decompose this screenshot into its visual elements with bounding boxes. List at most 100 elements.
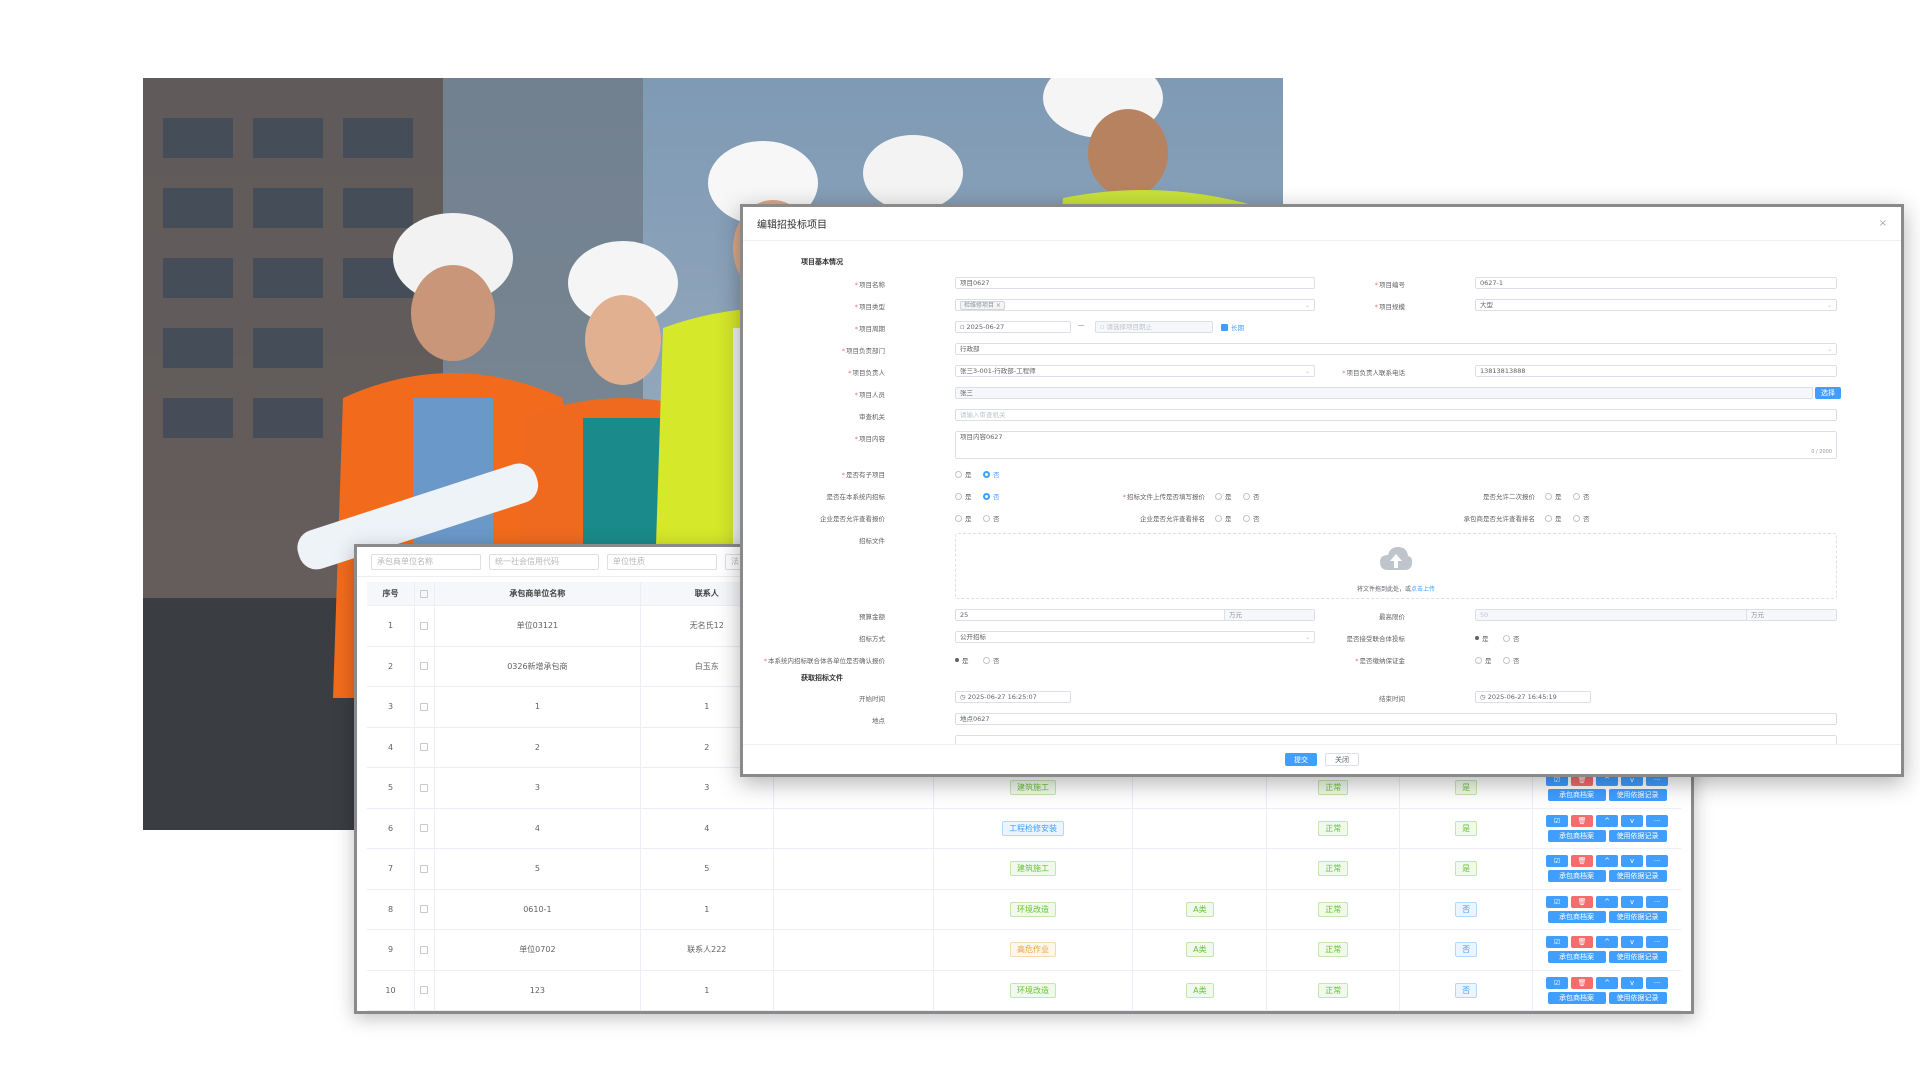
view-rank-yes-radio[interactable]: 是 [1215,513,1232,523]
filter-credit-code[interactable]: 统一社会信用代码 [489,553,599,570]
click-upload-link[interactable]: 点击上传 [1411,586,1435,593]
long-term-checkbox[interactable]: 长期 [1221,322,1244,332]
security-no-radio[interactable]: 否 [1503,655,1520,665]
start-time-input[interactable]: ◷ 2025-06-27 16:25:07 [955,691,1071,703]
upload-quote-no-radio[interactable]: 否 [1243,491,1260,501]
delete-icon[interactable]: 🗑 [1571,895,1594,908]
more-icon[interactable]: ··· [1646,976,1669,989]
usage-record-button[interactable]: 使用依据记录 [1608,951,1667,964]
max-price-input[interactable]: 50 万元 [1475,609,1837,621]
dept-select[interactable]: 行政部 ⌄ [955,343,1837,355]
second-quote-no-radio[interactable]: 否 [1573,491,1590,501]
filter-unit-nature[interactable]: 单位性质 [607,553,717,570]
row-checkbox[interactable] [420,662,429,671]
submit-button[interactable]: 提交 [1285,753,1317,766]
is-sub-yes-radio[interactable]: 是 [955,469,972,479]
project-no-input[interactable]: 0627-1 [1475,277,1837,289]
project-name-input[interactable]: 项目0627 [955,277,1315,289]
arrow-up-icon[interactable]: ^ [1596,855,1619,868]
delete-icon[interactable]: 🗑 [1571,855,1594,868]
usage-record-button[interactable]: 使用依据记录 [1608,789,1667,802]
usage-record-button[interactable]: 使用依据记录 [1608,910,1667,923]
upload-hint: 将文件拖到此处，或点击上传 [1356,586,1436,593]
usage-record-button[interactable]: 使用依据记录 [1608,870,1667,883]
delete-icon[interactable]: 🗑 [1571,976,1594,989]
end-time-input[interactable]: ◷ 2025-06-27 16:45:19 [1475,691,1591,703]
row-checkbox[interactable] [420,743,429,752]
row-checkbox[interactable] [420,864,429,873]
arrow-up-icon[interactable]: ^ [1596,895,1619,908]
usage-record-button[interactable]: 使用依据记录 [1608,991,1667,1004]
contractor-view-no-radio[interactable]: 否 [1573,513,1590,523]
supervisor-input[interactable]: 请输入审查机关 [955,409,1837,421]
contractor-archive-button[interactable]: 承包商档案 [1547,829,1606,842]
view-quote-yes-radio[interactable]: 是 [955,513,972,523]
period-start-input[interactable]: ▫ 2025-06-27 [955,321,1071,333]
status-tag: 正常 [1318,982,1349,998]
project-type-tag[interactable]: 检维修项目 × [960,301,1005,310]
project-scale-select[interactable]: 大型 ⌄ [1475,299,1837,311]
arrow-down-icon[interactable]: v [1621,814,1644,827]
row-checkbox[interactable] [420,945,429,954]
bid-file-upload[interactable]: 将文件拖到此处，或点击上传 [955,533,1837,599]
more-icon[interactable]: ··· [1646,895,1669,908]
second-quote-yes-radio[interactable]: 是 [1545,491,1562,501]
in-system-no-radio[interactable]: 否 [983,491,1000,501]
row-checkbox[interactable] [420,824,429,833]
view-rank-no-radio[interactable]: 否 [1243,513,1260,523]
leader-select[interactable]: 张三3-001-行政部-工程师 ⌄ [955,365,1315,377]
more-icon[interactable]: ··· [1646,855,1669,868]
delete-icon[interactable]: 🗑 [1571,936,1594,949]
in-system-yes-radio[interactable]: 是 [955,491,972,501]
contractor-view-yes-radio[interactable]: 是 [1545,513,1562,523]
view-quote-no-radio[interactable]: 否 [983,513,1000,523]
arrow-down-icon[interactable]: v [1621,895,1644,908]
edit-icon[interactable]: ☑ [1546,855,1569,868]
edit-icon[interactable]: ☑ [1546,976,1569,989]
place-input[interactable]: 地点0627 [955,713,1837,725]
row-checkbox[interactable] [420,702,429,711]
arrow-up-icon[interactable]: ^ [1596,976,1619,989]
edit-icon[interactable]: ☑ [1546,814,1569,827]
project-type-select[interactable]: 检维修项目 × ⌄ [955,299,1315,311]
row-checkbox[interactable] [420,783,429,792]
filter-contractor-name[interactable]: 承包商单位名称 [371,553,481,570]
select-members-button[interactable]: 选择 [1815,387,1841,399]
select-all-checkbox[interactable] [420,589,429,598]
row-checkbox[interactable] [420,621,429,630]
arrow-down-icon[interactable]: v [1621,855,1644,868]
contractor-archive-button[interactable]: 承包商档案 [1547,789,1606,802]
arrow-down-icon[interactable]: v [1621,936,1644,949]
delete-icon[interactable]: 🗑 [1571,814,1594,827]
contractor-archive-button[interactable]: 承包商档案 [1547,991,1606,1004]
more-icon[interactable]: ··· [1646,814,1669,827]
row-checkbox[interactable] [420,905,429,914]
usage-record-button[interactable]: 使用依据记录 [1608,829,1667,842]
confirm-price-no-radio[interactable]: 否 [983,655,1000,665]
close-button[interactable]: 关闭 [1325,753,1359,766]
row-checkbox[interactable] [420,986,429,995]
leader-phone-input[interactable]: 13813813888 [1475,365,1837,377]
more-icon[interactable]: ··· [1646,936,1669,949]
members-input[interactable]: 张三 [955,387,1813,399]
edit-icon[interactable]: ☑ [1546,936,1569,949]
content-textarea[interactable]: 项目内容0627 0 / 2000 [955,431,1837,459]
bid-method-select[interactable]: 公开招标 ⌄ [955,631,1315,643]
contractor-archive-button[interactable]: 承包商档案 [1547,870,1606,883]
arrow-up-icon[interactable]: ^ [1596,814,1619,827]
close-icon[interactable]: × [1879,218,1887,229]
arrow-down-icon[interactable]: v [1621,976,1644,989]
consortium-yes-radio[interactable]: 是 [1475,633,1489,643]
contractor-archive-button[interactable]: 承包商档案 [1547,951,1606,964]
arrow-up-icon[interactable]: ^ [1596,936,1619,949]
period-end-input[interactable]: ▫ 请选择项目期止 [1095,321,1213,333]
consortium-no-radio[interactable]: 否 [1503,633,1520,643]
next-field-input[interactable] [955,735,1837,744]
confirm-price-yes-radio[interactable]: 是 [955,655,969,665]
upload-quote-yes-radio[interactable]: 是 [1215,491,1232,501]
edit-icon[interactable]: ☑ [1546,895,1569,908]
security-yes-radio[interactable]: 是 [1475,655,1492,665]
is-sub-no-radio[interactable]: 否 [983,469,1000,479]
budget-input[interactable]: 25 万元 [955,609,1315,621]
contractor-archive-button[interactable]: 承包商档案 [1547,910,1606,923]
